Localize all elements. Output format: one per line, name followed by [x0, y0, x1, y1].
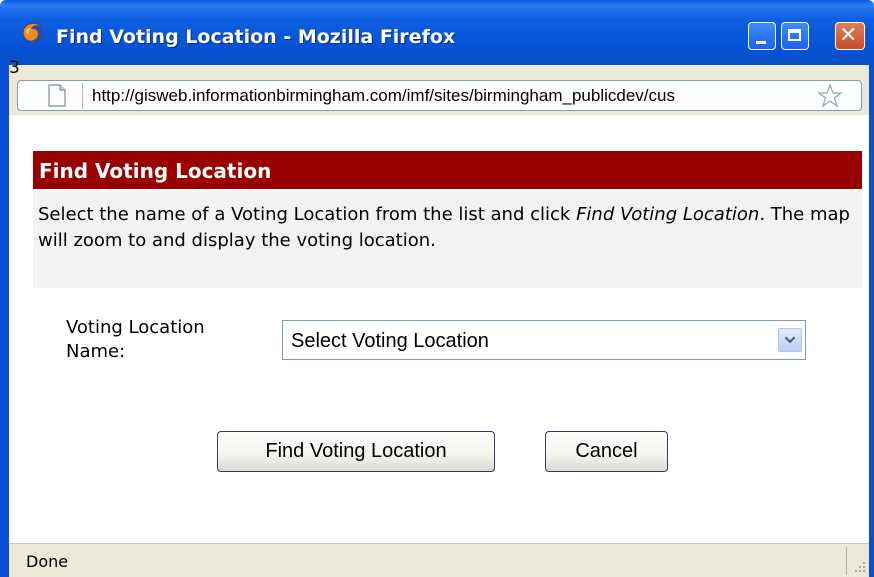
voting-location-label: Voting Location Name: — [66, 317, 205, 362]
select-value: Select Voting Location — [291, 330, 489, 352]
page-icon — [48, 84, 66, 107]
location-bar-separator — [82, 83, 83, 109]
status-separator — [846, 547, 847, 575]
close-button[interactable]: ✕ — [835, 22, 865, 50]
find-voting-location-button[interactable]: Find Voting Location — [217, 431, 495, 472]
status-bar — [9, 543, 869, 577]
cancel-button[interactable]: Cancel — [545, 431, 668, 472]
window-right-border — [869, 60, 874, 577]
panel-title: Find Voting Location — [33, 151, 862, 189]
resize-grip-icon[interactable] — [852, 560, 866, 574]
window-left-border — [0, 60, 9, 577]
url-field[interactable]: http://gisweb.informationbirmingham.com/… — [92, 85, 816, 107]
description-emphasis: Find Voting Location — [576, 204, 760, 225]
status-text: Done — [26, 552, 69, 571]
minimize-button[interactable] — [748, 22, 776, 50]
maximize-button[interactable] — [781, 22, 809, 50]
chevron-down-icon[interactable] — [778, 328, 802, 352]
description-text: Select the name of a Voting Location fro… — [38, 204, 577, 225]
panel-description: Select the name of a Voting Location fro… — [33, 191, 862, 288]
window-title: Find Voting Location - Mozilla Firefox — [56, 26, 456, 48]
star-icon[interactable] — [817, 83, 843, 109]
stray-label: 3 — [9, 58, 20, 78]
close-icon: ✕ — [839, 23, 858, 48]
firefox-icon — [22, 22, 44, 44]
voting-location-select[interactable]: Select Voting Location — [282, 320, 806, 360]
